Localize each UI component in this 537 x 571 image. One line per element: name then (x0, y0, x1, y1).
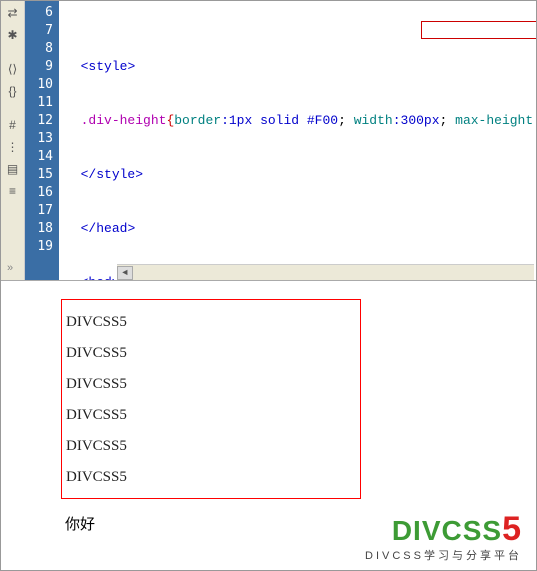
rendered-paragraph: DIVCSS5 (62, 438, 360, 455)
line-number-gutter: 6 7 8 9 10 11 12 13 14 15 16 17 18 19 (25, 1, 59, 280)
line-number: 10 (25, 76, 53, 94)
code-editor-panel: ⇄ ✱ ⟨⟩ {} # ⋮ ▤ ≡ » 6 7 8 9 10 11 12 13 … (1, 1, 536, 281)
rendered-paragraph: DIVCSS5 (62, 469, 360, 486)
editor-toolbar: ⇄ ✱ ⟨⟩ {} # ⋮ ▤ ≡ (1, 1, 25, 280)
tool-icon[interactable]: # (5, 117, 21, 133)
code-content[interactable]: <style> .div-height{border:1px solid #F0… (59, 1, 536, 280)
collapse-icon[interactable]: » (7, 262, 13, 274)
tool-icon[interactable]: ✱ (5, 27, 21, 43)
rendered-paragraph: DIVCSS5 (62, 314, 360, 331)
line-number: 11 (25, 94, 53, 112)
rendered-div: DIVCSS5 DIVCSS5 DIVCSS5 DIVCSS5 DIVCSS5 … (61, 299, 361, 499)
line-number: 17 (25, 202, 53, 220)
line-number: 7 (25, 22, 53, 40)
brand-logo: DIVCSS5 DIVCSS学习与分享平台 (365, 510, 522, 563)
annotation-box (421, 21, 536, 39)
line-number: 12 (25, 112, 53, 130)
line-number: 8 (25, 40, 53, 58)
rendered-paragraph: DIVCSS5 (62, 345, 360, 362)
rendered-paragraph: DIVCSS5 (62, 376, 360, 393)
tool-icon[interactable]: ⋮ (5, 139, 21, 155)
line-number: 16 (25, 184, 53, 202)
tool-icon[interactable]: {} (5, 83, 21, 99)
line-number: 18 (25, 220, 53, 238)
line-number: 19 (25, 238, 53, 256)
line-number: 6 (25, 4, 53, 22)
scroll-left-icon[interactable]: ◄ (117, 266, 133, 280)
browser-preview-panel: DIVCSS5 DIVCSS5 DIVCSS5 DIVCSS5 DIVCSS5 … (1, 281, 536, 571)
line-number: 14 (25, 148, 53, 166)
tool-icon[interactable]: ▤ (5, 161, 21, 177)
horizontal-scrollbar[interactable]: ◄ (117, 264, 534, 280)
tool-icon[interactable]: ⟨⟩ (5, 61, 21, 77)
line-number: 15 (25, 166, 53, 184)
brand-subtitle: DIVCSS学习与分享平台 (365, 547, 522, 563)
line-number: 13 (25, 130, 53, 148)
brand-title: DIVCSS5 (365, 510, 522, 549)
tool-icon[interactable]: ≡ (5, 183, 21, 199)
line-number: 9 (25, 58, 53, 76)
rendered-paragraph: DIVCSS5 (62, 407, 360, 424)
tool-icon[interactable]: ⇄ (5, 5, 21, 21)
